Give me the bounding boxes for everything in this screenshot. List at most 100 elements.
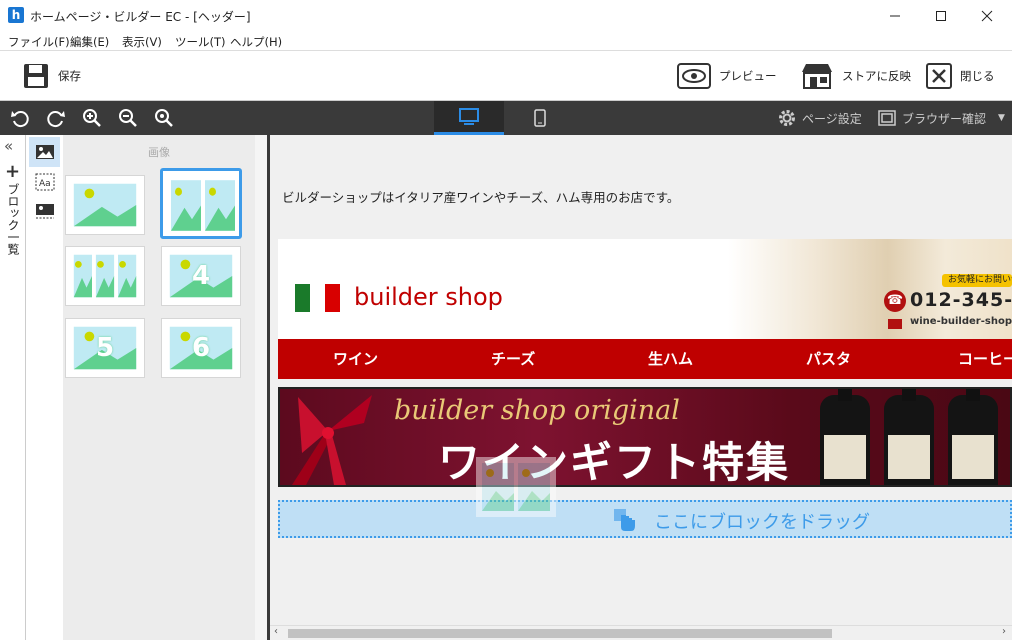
scroll-right-arrow-icon[interactable]: ›	[1002, 626, 1006, 637]
publish-button[interactable]: ストアに反映	[800, 51, 911, 101]
main-toolbar: 保存 プレビュー ストアに反映 閉じる	[0, 51, 1012, 101]
image-block-thumbnail[interactable]	[65, 175, 145, 235]
close-icon	[981, 10, 993, 21]
nav-pasta[interactable]: パスタ	[806, 339, 851, 379]
wine-bottle-3	[948, 389, 998, 485]
page-canvas: ビルダーショップはイタリア産ワインやチーズ、ハム専用のお店です。 builder…	[270, 135, 1012, 640]
global-nav: ワイン チーズ 生ハム パスタ コーヒー	[278, 339, 1012, 379]
block-category-bar: Aa	[26, 135, 63, 640]
image-block-thumbnail[interactable]	[160, 168, 242, 239]
drop-zone[interactable]: ここにブロックをドラッグ	[278, 500, 1012, 538]
save-label: 保存	[58, 69, 81, 83]
image-block-thumbnail[interactable]	[65, 246, 145, 306]
block-list-label[interactable]: ブロック一覧	[6, 183, 20, 255]
zoom-out-icon[interactable]	[118, 108, 138, 128]
drag-ghost	[476, 457, 556, 517]
window-close-button[interactable]	[964, 0, 1010, 31]
close-label: 閉じる	[960, 69, 995, 83]
header-block[interactable]: builder shop お気軽にお問い合わせください ☎ 012-345-67…	[278, 239, 1012, 339]
panel-scrollbar[interactable]	[255, 135, 267, 640]
block-panel: 画像 4 5 6	[63, 135, 255, 640]
menu-help[interactable]: ヘルプ(H)	[230, 34, 282, 50]
menu-file[interactable]: ファイル(F)	[8, 34, 70, 50]
mail-icon	[888, 319, 902, 329]
menu-view[interactable]: 表示(V)	[122, 34, 162, 50]
canvas-horizontal-scrollbar[interactable]: ‹ ›	[270, 625, 1012, 640]
undo-icon[interactable]	[10, 108, 30, 128]
menu-edit[interactable]: 編集(E)	[70, 34, 109, 50]
close-button[interactable]: 閉じる	[926, 51, 995, 101]
image-block-thumbnail[interactable]: 4	[161, 246, 241, 306]
app-icon: h	[8, 7, 24, 23]
preview-label: プレビュー	[719, 69, 777, 83]
menu-tools[interactable]: ツール(T)	[175, 34, 226, 50]
store-icon	[802, 64, 832, 89]
banner-block[interactable]: builder shop original ワインギフト特集	[278, 387, 1012, 487]
phone-icon: ☎	[884, 290, 906, 312]
image-block-thumbnail[interactable]: 6	[161, 318, 241, 378]
title-bar: h ホームページ・ビルダー EC - [ヘッダー]	[0, 0, 1012, 31]
dropdown-arrow-icon: ▼	[998, 113, 1005, 123]
app-window: h ホームページ・ビルダー EC - [ヘッダー] ファイル(F) 編集(E) …	[0, 0, 1012, 640]
close-box-icon	[926, 63, 952, 89]
collapse-icon[interactable]: «	[4, 137, 13, 155]
phone-number: 012-345-6789	[910, 289, 1012, 311]
save-button[interactable]: 保存	[22, 51, 81, 101]
drag-hand-icon	[614, 509, 635, 531]
svg-text:Aa: Aa	[39, 179, 51, 189]
text-block-icon: Aa	[35, 173, 54, 191]
image-text-icon	[35, 204, 54, 219]
publish-label: ストアに反映	[842, 69, 911, 83]
category-image[interactable]	[29, 137, 60, 167]
maximize-button[interactable]	[918, 0, 964, 31]
email-address: wine-builder-shop@	[910, 316, 1012, 327]
category-text[interactable]: Aa	[29, 167, 60, 197]
preview-button[interactable]: プレビュー	[677, 51, 777, 101]
gear-icon	[779, 110, 795, 126]
minimize-icon	[890, 15, 900, 16]
browser-icon	[878, 110, 896, 126]
edit-toolbar: ページ設定 ブラウザー確認 ▼	[0, 101, 1012, 135]
nav-coffee[interactable]: コーヒー	[958, 339, 1012, 379]
desktop-view-tab[interactable]	[434, 101, 504, 135]
thumbnail-count: 6	[192, 333, 211, 363]
italy-flag-icon	[295, 284, 340, 312]
menu-bar: ファイル(F) 編集(E) 表示(V) ツール(T) ヘルプ(H)	[0, 31, 1012, 51]
contact-badge: お気軽にお問い合わせください	[942, 274, 1012, 287]
category-image-text[interactable]	[29, 197, 60, 227]
ribbon-icon	[292, 395, 372, 485]
preview-icon	[677, 63, 711, 89]
wine-bottle-2	[884, 389, 934, 485]
thumbnail-count: 5	[96, 333, 115, 363]
smartphone-icon	[534, 109, 546, 127]
browser-check-label: ブラウザー確認	[902, 111, 987, 126]
block-list-rail: « + ブロック一覧	[0, 135, 26, 640]
window-title: ホームページ・ビルダー EC - [ヘッダー]	[30, 10, 251, 24]
zoom-reset-icon[interactable]	[154, 108, 174, 128]
desktop-icon	[459, 107, 479, 125]
zoom-in-icon[interactable]	[82, 108, 102, 128]
browser-check-button[interactable]: ブラウザー確認 ▼	[878, 101, 1005, 135]
plus-icon[interactable]: +	[5, 161, 20, 182]
intro-text[interactable]: ビルダーショップはイタリア産ワインやチーズ、ハム専用のお店です。	[282, 187, 679, 206]
redo-icon[interactable]	[46, 108, 66, 128]
page-settings-label: ページ設定	[802, 111, 862, 126]
image-block-thumbnail[interactable]: 5	[65, 318, 145, 378]
banner-subtitle: builder shop original	[394, 395, 680, 426]
shop-name: builder shop	[354, 283, 503, 311]
wine-bottle-1	[820, 389, 870, 485]
scroll-thumb[interactable]	[288, 629, 832, 638]
save-icon	[24, 64, 48, 88]
minimize-button[interactable]	[872, 0, 918, 31]
maximize-icon	[936, 10, 946, 21]
panel-title: 画像	[148, 146, 170, 159]
thumbnail-count: 4	[192, 261, 211, 291]
mobile-view-tab[interactable]	[505, 101, 575, 135]
image-icon	[35, 145, 54, 159]
scroll-left-arrow-icon[interactable]: ‹	[274, 626, 278, 637]
page-settings-button[interactable]: ページ設定	[778, 101, 862, 135]
nav-cheese[interactable]: チーズ	[491, 339, 535, 379]
drop-zone-text: ここにブロックをドラッグ	[654, 512, 870, 533]
nav-ham[interactable]: 生ハム	[648, 339, 693, 379]
nav-wine[interactable]: ワイン	[333, 339, 378, 379]
